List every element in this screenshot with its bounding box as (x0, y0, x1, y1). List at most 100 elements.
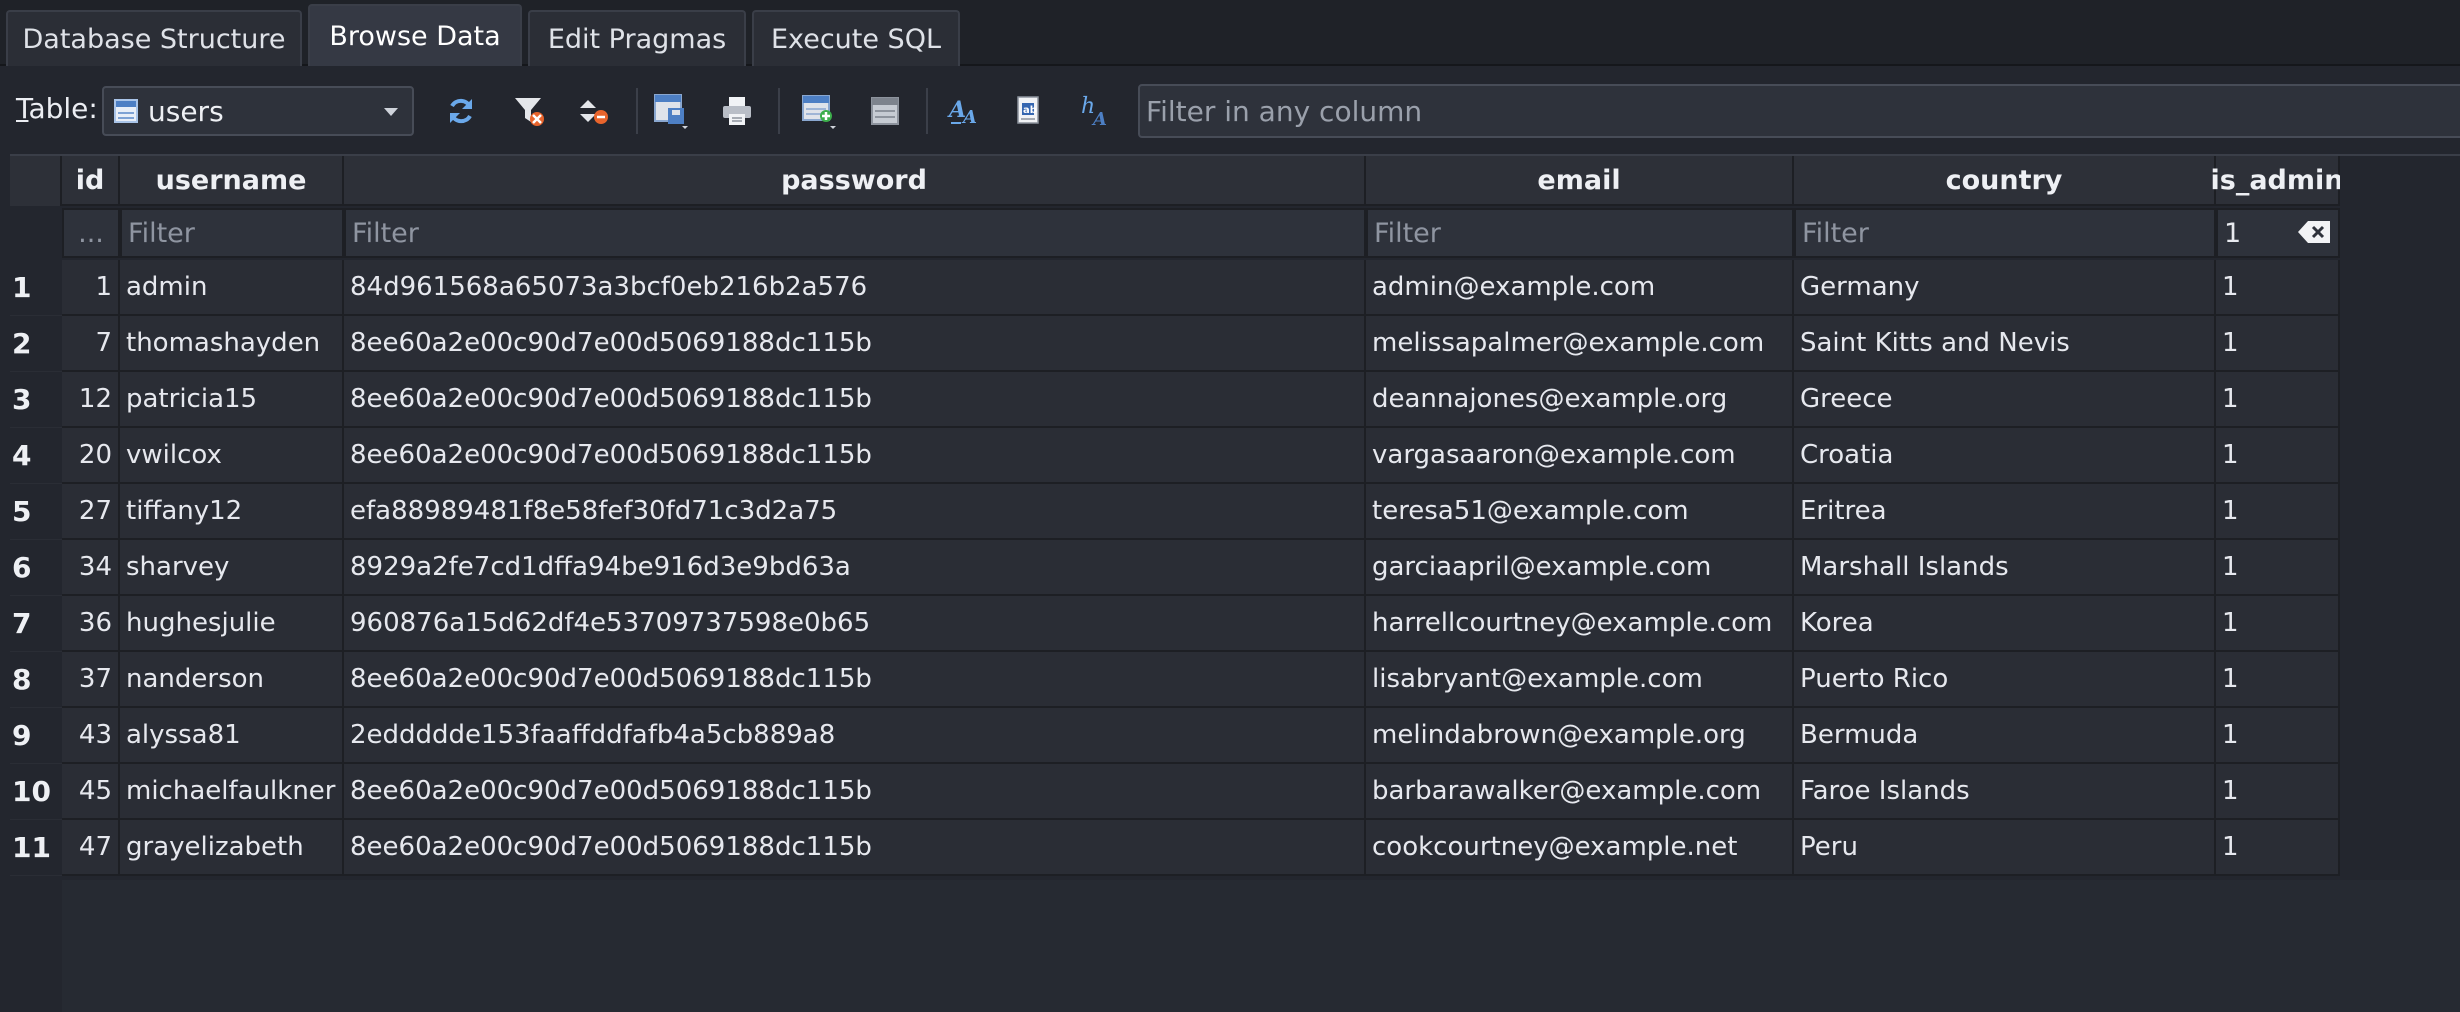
column-header-country[interactable]: country (1794, 156, 2216, 206)
cell-password[interactable]: 2eddddde153faaffddfafb4a5cb889a8 (344, 708, 1366, 764)
column-header-password[interactable]: password (344, 156, 1366, 206)
print-button[interactable] (716, 90, 758, 132)
cell-email[interactable]: melissapalmer@example.com (1366, 316, 1794, 372)
cell-id[interactable]: 1 (62, 260, 120, 316)
clear-sort-button[interactable] (574, 90, 616, 132)
cell-is-admin[interactable]: 1 (2216, 260, 2340, 316)
cell-is-admin[interactable]: 1 (2216, 484, 2340, 540)
row-header[interactable]: 5 (10, 484, 62, 540)
cell-email[interactable]: barbarawalker@example.com (1366, 764, 1794, 820)
cell-country[interactable]: Germany (1794, 260, 2216, 316)
cell-id[interactable]: 20 (62, 428, 120, 484)
clear-filters-button[interactable] (508, 90, 550, 132)
cell-is-admin[interactable]: 1 (2216, 820, 2340, 876)
cell-country[interactable]: Puerto Rico (1794, 652, 2216, 708)
find-replace-button[interactable]: ab (1008, 90, 1050, 132)
cell-country[interactable]: Bermuda (1794, 708, 2216, 764)
grid-corner[interactable] (10, 156, 62, 206)
cell-password[interactable]: 960876a15d62df4e53709737598e0b65 (344, 596, 1366, 652)
cell-username[interactable]: admin (120, 260, 344, 316)
username-filter-input[interactable] (120, 208, 344, 258)
cell-is-admin[interactable]: 1 (2216, 764, 2340, 820)
table-select[interactable]: users (102, 86, 414, 136)
cell-password[interactable]: 8ee60a2e00c90d7e00d5069188dc115b (344, 316, 1366, 372)
cell-id[interactable]: 47 (62, 820, 120, 876)
cell-email[interactable]: admin@example.com (1366, 260, 1794, 316)
cell-email[interactable]: melindabrown@example.org (1366, 708, 1794, 764)
cell-email[interactable]: garciaapril@example.com (1366, 540, 1794, 596)
insert-record-button[interactable] (798, 90, 840, 132)
cell-is-admin[interactable]: 1 (2216, 428, 2340, 484)
cell-id[interactable]: 7 (62, 316, 120, 372)
cell-country[interactable]: Peru (1794, 820, 2216, 876)
id-filter-input[interactable]: ... (62, 208, 120, 258)
cell-country[interactable]: Faroe Islands (1794, 764, 2216, 820)
cell-username[interactable]: hughesjulie (120, 596, 344, 652)
cell-country[interactable]: Croatia (1794, 428, 2216, 484)
cell-country[interactable]: Korea (1794, 596, 2216, 652)
cell-id[interactable]: 37 (62, 652, 120, 708)
tab-edit-pragmas[interactable]: Edit Pragmas (528, 10, 746, 66)
cell-email[interactable]: cookcourtney@example.net (1366, 820, 1794, 876)
column-header-is-admin[interactable]: is_admin (2211, 156, 2344, 206)
row-header[interactable]: 7 (10, 596, 62, 652)
column-header-id[interactable]: id (62, 156, 120, 206)
cell-username[interactable]: thomashayden (120, 316, 344, 372)
row-header[interactable]: 6 (10, 540, 62, 596)
row-header[interactable]: 4 (10, 428, 62, 484)
cell-email[interactable]: harrellcourtney@example.com (1366, 596, 1794, 652)
cell-password[interactable]: efa88989481f8e58fef30fd71c3d2a75 (344, 484, 1366, 540)
cell-password[interactable]: 8ee60a2e00c90d7e00d5069188dc115b (344, 372, 1366, 428)
cell-password[interactable]: 8ee60a2e00c90d7e00d5069188dc115b (344, 764, 1366, 820)
row-header[interactable]: 8 (10, 652, 62, 708)
cell-is-admin[interactable]: 1 (2216, 316, 2340, 372)
cell-id[interactable]: 43 (62, 708, 120, 764)
cell-username[interactable]: alyssa81 (120, 708, 344, 764)
cell-id[interactable]: 36 (62, 596, 120, 652)
row-header[interactable]: 10 (10, 764, 62, 820)
row-header[interactable]: 11 (10, 820, 62, 876)
cell-username[interactable]: sharvey (120, 540, 344, 596)
tab-browse-data[interactable]: Browse Data (308, 4, 522, 66)
tab-execute-sql[interactable]: Execute SQL (752, 10, 960, 66)
cell-id[interactable]: 12 (62, 372, 120, 428)
cell-password[interactable]: 8ee60a2e00c90d7e00d5069188dc115b (344, 428, 1366, 484)
cell-username[interactable]: vwilcox (120, 428, 344, 484)
column-header-username[interactable]: username (120, 156, 344, 206)
column-header-email[interactable]: email (1366, 156, 1794, 206)
text-format-button[interactable]: h A (1074, 90, 1116, 132)
cell-username[interactable]: patricia15 (120, 372, 344, 428)
cell-username[interactable]: michaelfaulkner (120, 764, 344, 820)
cell-password[interactable]: 8929a2fe7cd1dffa94be916d3e9bd63a (344, 540, 1366, 596)
cell-country[interactable]: Greece (1794, 372, 2216, 428)
cell-is-admin[interactable]: 1 (2216, 652, 2340, 708)
delete-record-button[interactable] (864, 90, 906, 132)
cell-is-admin[interactable]: 1 (2216, 708, 2340, 764)
refresh-button[interactable] (440, 90, 482, 132)
cell-password[interactable]: 84d961568a65073a3bcf0eb216b2a576 (344, 260, 1366, 316)
cell-is-admin[interactable]: 1 (2216, 596, 2340, 652)
cell-password[interactable]: 8ee60a2e00c90d7e00d5069188dc115b (344, 820, 1366, 876)
clear-filter-button[interactable] (2296, 218, 2332, 246)
cell-is-admin[interactable]: 1 (2216, 372, 2340, 428)
cell-id[interactable]: 34 (62, 540, 120, 596)
cell-id[interactable]: 45 (62, 764, 120, 820)
cell-country[interactable]: Marshall Islands (1794, 540, 2216, 596)
row-header[interactable]: 2 (10, 316, 62, 372)
cell-is-admin[interactable]: 1 (2216, 540, 2340, 596)
row-header[interactable]: 9 (10, 708, 62, 764)
cell-id[interactable]: 27 (62, 484, 120, 540)
save-table-button[interactable] (650, 90, 692, 132)
row-header[interactable]: 1 (10, 260, 62, 316)
cell-username[interactable]: tiffany12 (120, 484, 344, 540)
cell-password[interactable]: 8ee60a2e00c90d7e00d5069188dc115b (344, 652, 1366, 708)
cell-email[interactable]: lisabryant@example.com (1366, 652, 1794, 708)
find-button[interactable]: A A (944, 90, 986, 132)
cell-username[interactable]: grayelizabeth (120, 820, 344, 876)
row-header[interactable]: 3 (10, 372, 62, 428)
cell-username[interactable]: nanderson (120, 652, 344, 708)
cell-email[interactable]: vargasaaron@example.com (1366, 428, 1794, 484)
email-filter-input[interactable] (1366, 208, 1794, 258)
cell-email[interactable]: deannajones@example.org (1366, 372, 1794, 428)
password-filter-input[interactable] (344, 208, 1366, 258)
